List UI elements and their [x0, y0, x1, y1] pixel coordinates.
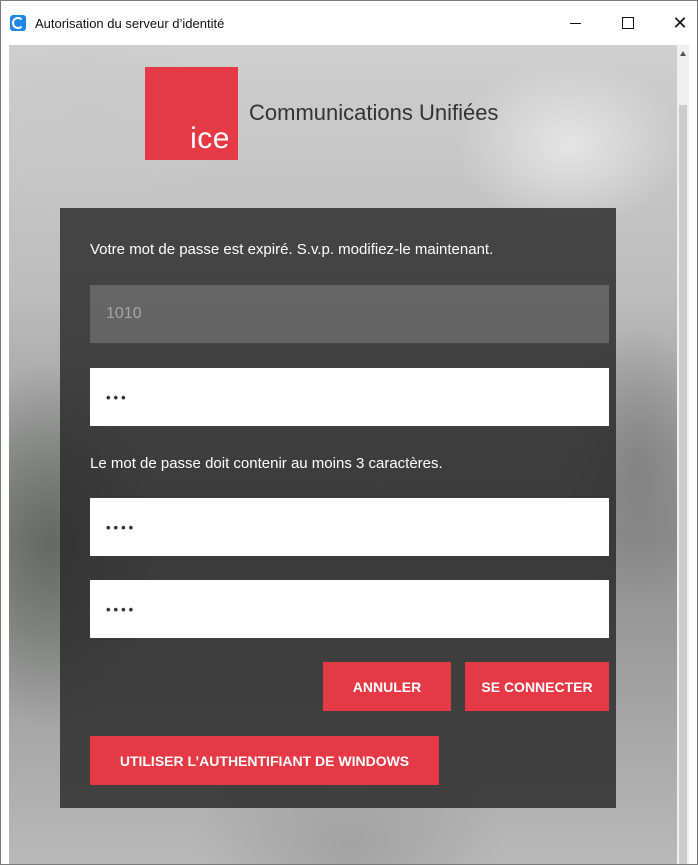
login-content: ice Communications Unifiées Votre mot de… — [9, 45, 689, 864]
minimize-icon — [569, 22, 581, 24]
brand-name: Communications Unifiées — [249, 100, 499, 125]
minimize-button[interactable] — [551, 1, 599, 45]
ice-logo: ice — [145, 67, 238, 160]
vertical-scrollbar[interactable] — [677, 45, 689, 864]
cancel-button[interactable]: ANNULER — [323, 662, 451, 711]
identity-server-window: Autorisation du serveur d’identité ✕ ice… — [0, 0, 698, 865]
maximize-icon — [622, 17, 634, 29]
username-value: 1010 — [106, 305, 142, 322]
logo-text: ice — [190, 122, 230, 155]
scroll-up-icon[interactable] — [680, 51, 686, 56]
old-password-field[interactable]: ••• — [90, 368, 609, 426]
password-expired-message: Votre mot de passe est expiré. S.v.p. mo… — [90, 241, 494, 258]
confirm-password-field[interactable]: •••• — [90, 580, 609, 638]
password-rule-message: Le mot de passe doit contenir au moins 3… — [90, 455, 443, 472]
close-button[interactable]: ✕ — [656, 1, 697, 45]
login-panel: Votre mot de passe est expiré. S.v.p. mo… — [60, 208, 616, 808]
maximize-button[interactable] — [604, 1, 652, 45]
confirm-password-value: •••• — [106, 601, 137, 617]
old-password-value: ••• — [106, 389, 129, 405]
scroll-thumb[interactable] — [679, 105, 687, 864]
windows-auth-button[interactable]: UTILISER L’AUTHENTIFIANT DE WINDOWS — [90, 736, 439, 785]
window-title: Autorisation du serveur d’identité — [35, 15, 225, 31]
username-field: 1010 — [90, 285, 609, 343]
app-icon — [10, 15, 26, 31]
close-icon: ✕ — [672, 13, 688, 33]
new-password-value: •••• — [106, 519, 137, 535]
connect-button[interactable]: SE CONNECTER — [465, 662, 609, 711]
new-password-field[interactable]: •••• — [90, 498, 609, 556]
title-bar: Autorisation du serveur d’identité ✕ — [1, 1, 697, 45]
